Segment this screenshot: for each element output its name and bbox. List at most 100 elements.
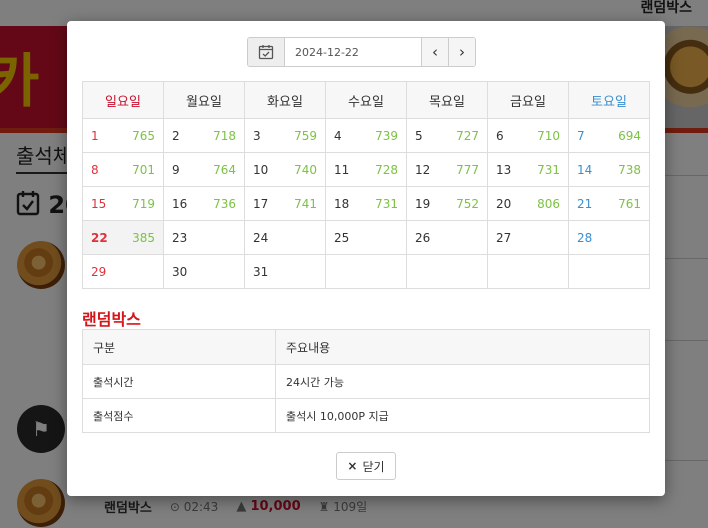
calendar-icon[interactable]	[248, 38, 285, 66]
info-table: 구분 주요내용 출석시간 24시간 가능 출석점수 출석시 10,000P 지급	[82, 329, 650, 433]
day-number: 18	[334, 196, 350, 211]
calendar-day-cell: 7 694	[568, 118, 650, 153]
attendance-count: 719	[132, 196, 155, 211]
calendar-week-row: 1 765 2 718 3 759 4 739 5 727 6 710 7 694	[82, 118, 650, 153]
weekday-sunday: 일요일	[82, 81, 164, 119]
calendar-day-cell: 19 752	[406, 186, 488, 221]
day-number: 16	[172, 196, 188, 211]
calendar-day-cell: 22 385	[82, 220, 164, 255]
table-row: 출석시간 24시간 가능	[82, 364, 650, 399]
day-number: 19	[415, 196, 431, 211]
attendance-count: 759	[294, 128, 317, 143]
attendance-calendar: 일요일 월요일 화요일 수요일 목요일 금요일 토요일 1 765 2 718 3 759…	[82, 81, 650, 289]
attendance-count: 740	[294, 162, 317, 177]
day-number: 22	[91, 230, 108, 245]
calendar-day-cell: 26	[406, 220, 488, 255]
close-icon: ×	[347, 459, 358, 473]
calendar-body: 1 765 2 718 3 759 4 739 5 727 6 710 7 694 8 701 9 764 10 74…	[82, 118, 650, 289]
attendance-count: 765	[132, 128, 155, 143]
calendar-day-cell: 14 738	[568, 152, 650, 187]
day-number: 25	[334, 230, 350, 245]
weekday-thursday: 목요일	[406, 81, 488, 119]
chevron-left-icon: ‹	[432, 43, 438, 61]
attendance-count: 694	[618, 128, 641, 143]
calendar-week-row: 15 719 16 736 17 741 18 731 19 752 20 806 21 761	[82, 186, 650, 221]
date-input[interactable]	[285, 38, 421, 66]
attendance-count: 727	[456, 128, 479, 143]
calendar-day-cell: 16 736	[163, 186, 245, 221]
table-cell: 24시간 가능	[275, 364, 650, 399]
attendance-count: 701	[132, 162, 155, 177]
table-cell: 출석시간	[82, 364, 276, 399]
day-number: 2	[172, 128, 180, 143]
attendance-count: 736	[213, 196, 236, 211]
weekday-monday: 월요일	[163, 81, 245, 119]
day-number: 23	[172, 230, 188, 245]
calendar-day-cell: 28	[568, 220, 650, 255]
table-cell: 출석시 10,000P 지급	[275, 398, 650, 433]
day-number: 7	[577, 128, 585, 143]
calendar-day-cell: 15 719	[82, 186, 164, 221]
calendar-week-row: 8 701 9 764 10 740 11 728 12 777 13 731 14 738	[82, 152, 650, 187]
calendar-day-cell: 6 710	[487, 118, 569, 153]
prev-month-button[interactable]: ‹	[421, 38, 448, 66]
calendar-day-cell: 13 731	[487, 152, 569, 187]
day-number: 8	[91, 162, 99, 177]
weekday-wednesday: 수요일	[325, 81, 407, 119]
calendar-empty-cell	[325, 254, 407, 289]
calendar-day-cell: 12 777	[406, 152, 488, 187]
day-number: 1	[91, 128, 99, 143]
weekday-saturday: 토요일	[568, 81, 650, 119]
calendar-day-cell: 5 727	[406, 118, 488, 153]
attendance-count: 718	[213, 128, 236, 143]
attendance-count: 731	[375, 196, 398, 211]
calendar-day-cell: 18 731	[325, 186, 407, 221]
info-header: 주요내용	[275, 329, 650, 365]
attendance-count: 741	[294, 196, 317, 211]
calendar-day-cell: 2 718	[163, 118, 245, 153]
calendar-day-cell: 24	[244, 220, 326, 255]
day-number: 17	[253, 196, 269, 211]
day-number: 27	[496, 230, 512, 245]
calendar-day-cell: 25	[325, 220, 407, 255]
calendar-day-cell: 11 728	[325, 152, 407, 187]
day-number: 13	[496, 162, 512, 177]
calendar-day-cell: 17 741	[244, 186, 326, 221]
calendar-day-cell: 4 739	[325, 118, 407, 153]
calendar-day-cell: 23	[163, 220, 245, 255]
day-number: 30	[172, 264, 188, 279]
attendance-count: 738	[618, 162, 641, 177]
calendar-day-cell: 9 764	[163, 152, 245, 187]
close-button[interactable]: × 닫기	[336, 452, 396, 480]
attendance-count: 806	[537, 196, 560, 211]
calendar-day-cell: 10 740	[244, 152, 326, 187]
attendance-count: 385	[132, 230, 155, 245]
next-month-button[interactable]: ›	[448, 38, 475, 66]
day-number: 28	[577, 230, 593, 245]
attendance-count: 761	[618, 196, 641, 211]
close-button-label: 닫기	[362, 459, 385, 474]
calendar-day-cell: 31	[244, 254, 326, 289]
attendance-count: 752	[456, 196, 479, 211]
day-number: 9	[172, 162, 180, 177]
day-number: 5	[415, 128, 423, 143]
attendance-count: 728	[375, 162, 398, 177]
calendar-empty-cell	[568, 254, 650, 289]
attendance-modal: ‹ › 일요일 월요일 화요일 수요일 목요일 금요일 토요일 17652718…	[67, 21, 665, 496]
attendance-count: 777	[456, 162, 479, 177]
day-number: 31	[253, 264, 269, 279]
table-cell: 출석점수	[82, 398, 276, 433]
attendance-count: 731	[537, 162, 560, 177]
day-number: 14	[577, 162, 593, 177]
calendar-day-cell: 1 765	[82, 118, 164, 153]
day-number: 6	[496, 128, 504, 143]
day-number: 3	[253, 128, 261, 143]
day-number: 10	[253, 162, 269, 177]
day-number: 15	[91, 196, 107, 211]
info-header: 구분	[82, 329, 276, 365]
day-number: 20	[496, 196, 512, 211]
day-number: 29	[91, 264, 107, 279]
calendar-day-cell: 30	[163, 254, 245, 289]
calendar-empty-cell	[487, 254, 569, 289]
attendance-count: 764	[213, 162, 236, 177]
